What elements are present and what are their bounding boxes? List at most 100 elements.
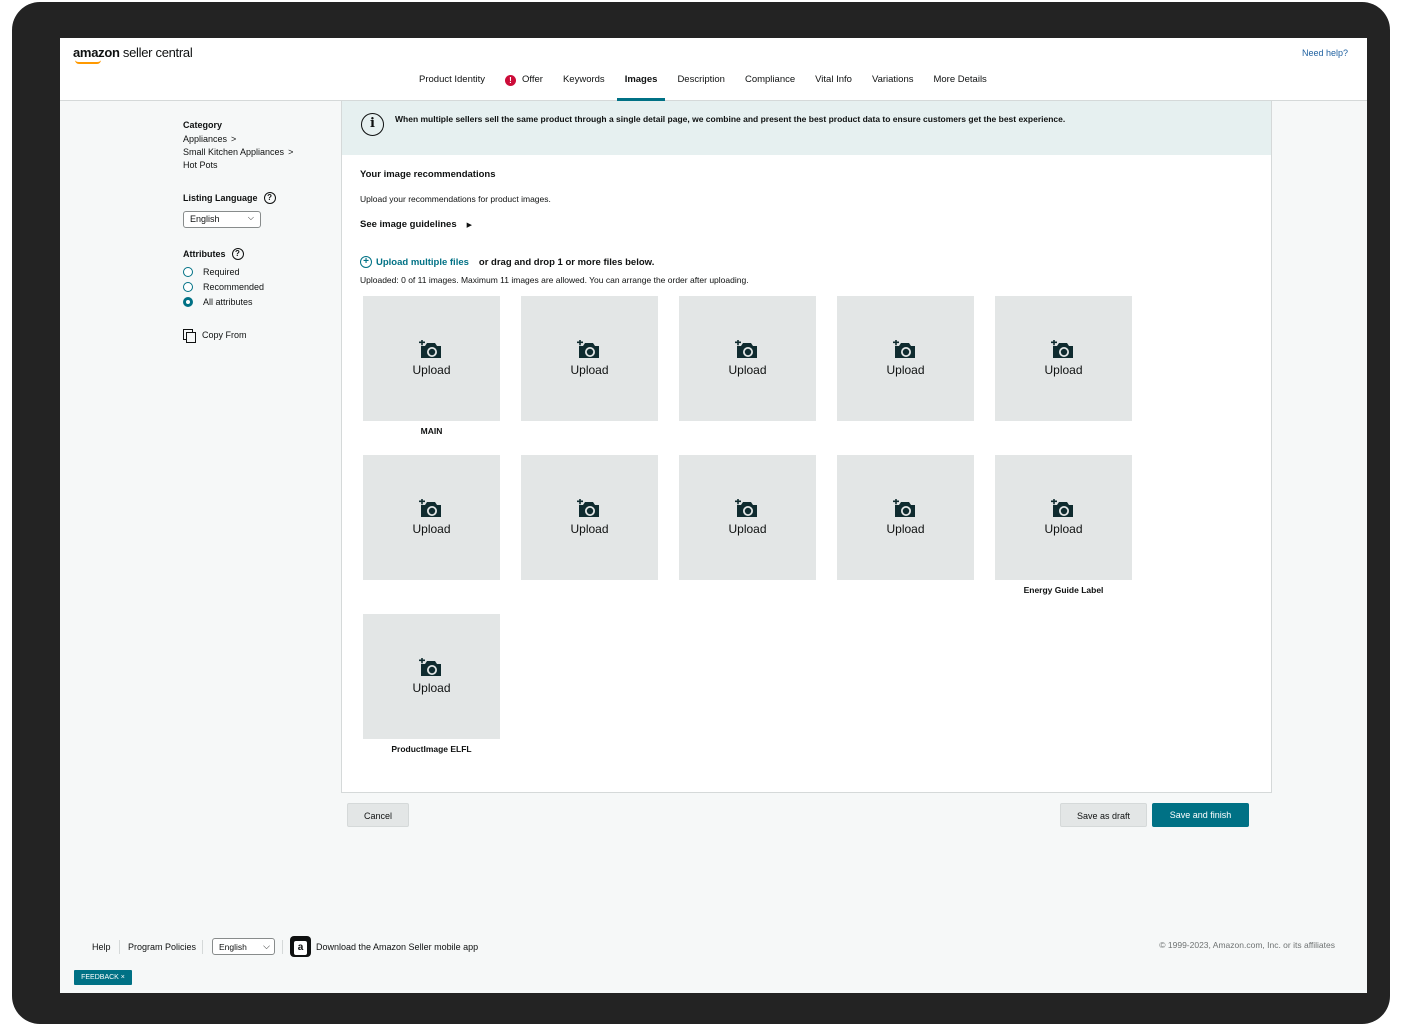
option-label: All attributes — [203, 297, 253, 307]
image-upload-slot[interactable]: Upload — [521, 455, 658, 580]
image-upload-slot[interactable]: Upload — [837, 296, 974, 421]
chevron-right-icon: > — [288, 147, 294, 157]
crumb-label: Small Kitchen Appliances — [183, 147, 285, 157]
seller-central-screen: amazon seller central Need help? Product… — [60, 38, 1367, 993]
tab-images[interactable]: Images — [612, 50, 671, 108]
listing-language-select[interactable]: English ⌵ — [183, 211, 261, 228]
amazon-seller-central-logo[interactable]: amazon seller central — [73, 45, 193, 64]
tab-description[interactable]: Description — [667, 66, 735, 101]
image-upload-slot[interactable]: Upload — [363, 614, 500, 739]
option-label: Required — [203, 267, 240, 277]
tab-keywords[interactable]: Keywords — [553, 66, 615, 101]
camera-plus-icon — [1051, 339, 1075, 358]
save-and-finish-button[interactable]: Save and finish — [1152, 803, 1249, 827]
tab-more-details[interactable]: More Details — [923, 66, 996, 101]
image-guidelines-toggle[interactable]: See image guidelines ▶ — [360, 219, 472, 230]
chevron-right-icon: > — [231, 134, 237, 144]
attributes-heading: Attributes ? — [183, 248, 343, 260]
images-panel: i When multiple sellers sell the same pr… — [341, 101, 1272, 793]
tab-variations[interactable]: Variations — [862, 66, 924, 101]
image-upload-slot[interactable]: Upload — [521, 296, 658, 421]
upload-label: Upload — [728, 363, 767, 377]
section-subtitle: Upload your recommendations for product … — [360, 194, 551, 204]
radio-button[interactable] — [183, 267, 193, 277]
category-heading: Category — [183, 120, 223, 130]
image-upload-slot[interactable]: Upload — [363, 455, 500, 580]
listing-language-label: Listing Language — [183, 193, 258, 203]
copy-icon — [183, 329, 196, 343]
logo-suffix: seller central — [119, 45, 193, 60]
category-crumb-appliances[interactable]: Appliances > — [183, 134, 343, 144]
copy-from-label: Copy From — [202, 330, 247, 340]
radio-button[interactable] — [183, 282, 193, 292]
upload-label: Upload — [412, 522, 451, 536]
attribute-option-recommended[interactable]: Recommended — [183, 282, 343, 292]
error-icon: ! — [505, 75, 517, 86]
help-icon[interactable]: ? — [263, 192, 276, 204]
attribute-option-all[interactable]: All attributes — [183, 297, 343, 307]
image-slot-caption: MAIN — [420, 426, 443, 436]
tab-label: Description — [677, 74, 725, 85]
image-upload-slot[interactable]: Upload — [837, 455, 974, 580]
download-app-link[interactable]: Download the Amazon Seller mobile app — [316, 942, 478, 952]
tab-label: Keywords — [562, 74, 605, 85]
listing-tabs: Product Identity ! Offer Keywords Images … — [409, 50, 997, 108]
image-upload-slot[interactable]: Upload — [995, 455, 1132, 580]
logo-brand: amazon — [73, 45, 120, 60]
upload-multiple-files-link[interactable]: Upload multiple files — [376, 257, 469, 268]
plus-circle-icon[interactable]: + — [360, 256, 372, 268]
footer-program-policies-link[interactable]: Program Policies — [128, 942, 196, 952]
chevron-down-icon: ⌵ — [247, 213, 254, 222]
image-upload-slot[interactable]: Upload — [679, 455, 816, 580]
camera-plus-icon — [577, 498, 601, 517]
guidelines-label: See image guidelines — [360, 219, 457, 230]
image-upload-slot[interactable]: Upload — [363, 296, 500, 421]
drag-drop-text: or drag and drop 1 or more files below. — [478, 256, 655, 268]
chevron-down-icon: ⌵ — [263, 941, 270, 951]
need-help-link[interactable]: Need help? — [1302, 48, 1348, 58]
footer-help-link[interactable]: Help — [92, 942, 111, 952]
feedback-button[interactable]: FEEDBACK × — [74, 970, 132, 985]
copy-from-link[interactable]: Copy From — [183, 329, 343, 343]
tab-offer[interactable]: ! Offer — [495, 66, 553, 101]
footer-language-value: English — [219, 942, 247, 952]
upload-label: Upload — [886, 522, 925, 536]
camera-plus-icon — [419, 498, 443, 517]
radio-button-selected[interactable] — [183, 297, 193, 307]
footer-language-select[interactable]: English ⌵ — [212, 938, 275, 955]
tab-label: Variations — [871, 74, 914, 85]
listing-sidebar: Category Appliances > Small Kitchen Appli… — [183, 120, 343, 343]
save-as-draft-button[interactable]: Save as draft — [1060, 803, 1147, 827]
upload-label: Upload — [1044, 363, 1083, 377]
upload-label: Upload — [570, 363, 609, 377]
tab-product-identity[interactable]: Product Identity — [409, 66, 495, 101]
tab-vital-info[interactable]: Vital Info — [805, 66, 862, 101]
image-upload-slot[interactable]: Upload — [995, 296, 1132, 421]
image-upload-slot[interactable]: Upload — [679, 296, 816, 421]
copyright-text: © 1999-2023, Amazon.com, Inc. or its aff… — [1159, 940, 1335, 950]
category-crumb-small-kitchen[interactable]: Small Kitchen Appliances > — [183, 147, 343, 157]
camera-plus-icon — [735, 339, 759, 358]
attribute-option-required[interactable]: Required — [183, 267, 343, 277]
amazon-app-icon[interactable]: a — [290, 936, 311, 957]
tab-label: Vital Info — [815, 74, 852, 85]
listing-language-heading: Listing Language ? — [183, 192, 343, 204]
top-header: amazon seller central Need help? Product… — [60, 38, 1367, 108]
tab-label: Images — [624, 74, 658, 85]
upload-label: Upload — [412, 363, 451, 377]
cancel-button[interactable]: Cancel — [347, 803, 409, 827]
camera-plus-icon — [1051, 498, 1075, 517]
tab-label: Compliance — [744, 74, 796, 85]
image-slot-caption: Energy Guide Label — [1023, 585, 1104, 595]
info-banner-text: When multiple sellers sell the same prod… — [395, 114, 1066, 124]
camera-plus-icon — [893, 498, 917, 517]
upload-label: Upload — [412, 681, 451, 695]
info-banner: i When multiple sellers sell the same pr… — [342, 101, 1271, 155]
tablet-frame: amazon seller central Need help? Product… — [12, 2, 1390, 1024]
attributes-label: Attributes — [183, 249, 226, 259]
upload-instructions: + Upload multiple files or drag and drop… — [360, 256, 654, 268]
help-icon[interactable]: ? — [231, 248, 244, 260]
tab-compliance[interactable]: Compliance — [735, 66, 805, 101]
category-crumb-hot-pots: Hot Pots — [183, 160, 218, 170]
amazon-smile-icon — [75, 60, 101, 64]
